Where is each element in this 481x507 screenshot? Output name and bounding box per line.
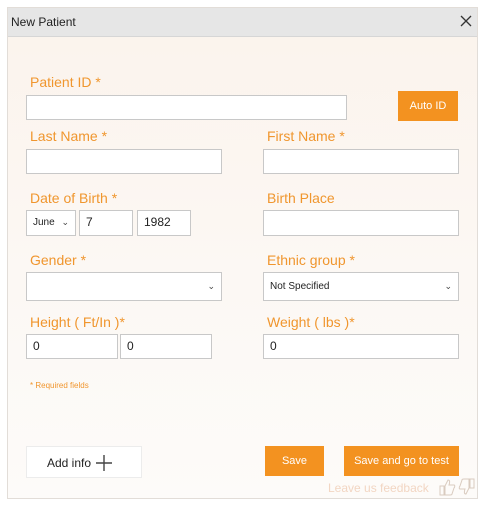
height-inches-input[interactable]: 0 (120, 334, 212, 359)
required-fields-note: * Required fields (30, 381, 89, 390)
ethnic-group-value: Not Specified (270, 281, 330, 292)
chevron-down-icon: ⌄ (61, 217, 69, 227)
new-patient-dialog: New Patient Patient ID * Auto ID Last Na… (7, 7, 478, 499)
thumbs-up-icon[interactable] (438, 478, 476, 496)
save-button[interactable]: Save (265, 446, 324, 476)
feedback-link[interactable]: Leave us feedback (328, 481, 429, 495)
last-name-input[interactable] (26, 149, 222, 174)
first-name-input[interactable] (263, 149, 459, 174)
window-title: New Patient (11, 15, 76, 29)
ethnic-group-label: Ethnic group * (267, 252, 355, 268)
birth-month-select[interactable]: June ⌄ (26, 210, 76, 236)
gender-select[interactable]: ⌄ (26, 272, 222, 301)
chevron-down-icon: ⌄ (207, 281, 215, 291)
weight-input[interactable]: 0 (263, 334, 459, 359)
title-bar: New Patient (8, 8, 477, 37)
first-name-label: First Name * (267, 128, 345, 144)
save-and-go-to-test-button[interactable]: Save and go to test (344, 446, 459, 476)
feedback-thumbs[interactable] (438, 478, 476, 501)
birth-place-input[interactable] (263, 210, 459, 236)
add-info-button[interactable]: Add info (26, 446, 142, 478)
gender-label: Gender * (30, 252, 87, 268)
height-label: Height ( Ft/In )* (30, 314, 125, 330)
birth-day-input[interactable]: 7 (79, 210, 133, 236)
height-feet-input[interactable]: 0 (26, 334, 118, 359)
close-icon[interactable] (458, 13, 474, 29)
date-of-birth-label: Date of Birth * (30, 190, 118, 206)
add-info-label: Add info (47, 456, 92, 470)
plus-icon (95, 454, 113, 475)
patient-id-label: Patient ID * (30, 74, 101, 90)
patient-id-input[interactable] (26, 95, 347, 120)
auto-id-button[interactable]: Auto ID (398, 91, 458, 121)
weight-label: Weight ( lbs )* (267, 314, 355, 330)
last-name-label: Last Name * (30, 128, 108, 144)
birth-place-label: Birth Place (267, 190, 335, 206)
chevron-down-icon: ⌄ (444, 281, 452, 291)
ethnic-group-select[interactable]: Not Specified ⌄ (263, 272, 459, 301)
birth-year-input[interactable]: 1982 (137, 210, 191, 236)
birth-month-value: June (33, 217, 55, 228)
